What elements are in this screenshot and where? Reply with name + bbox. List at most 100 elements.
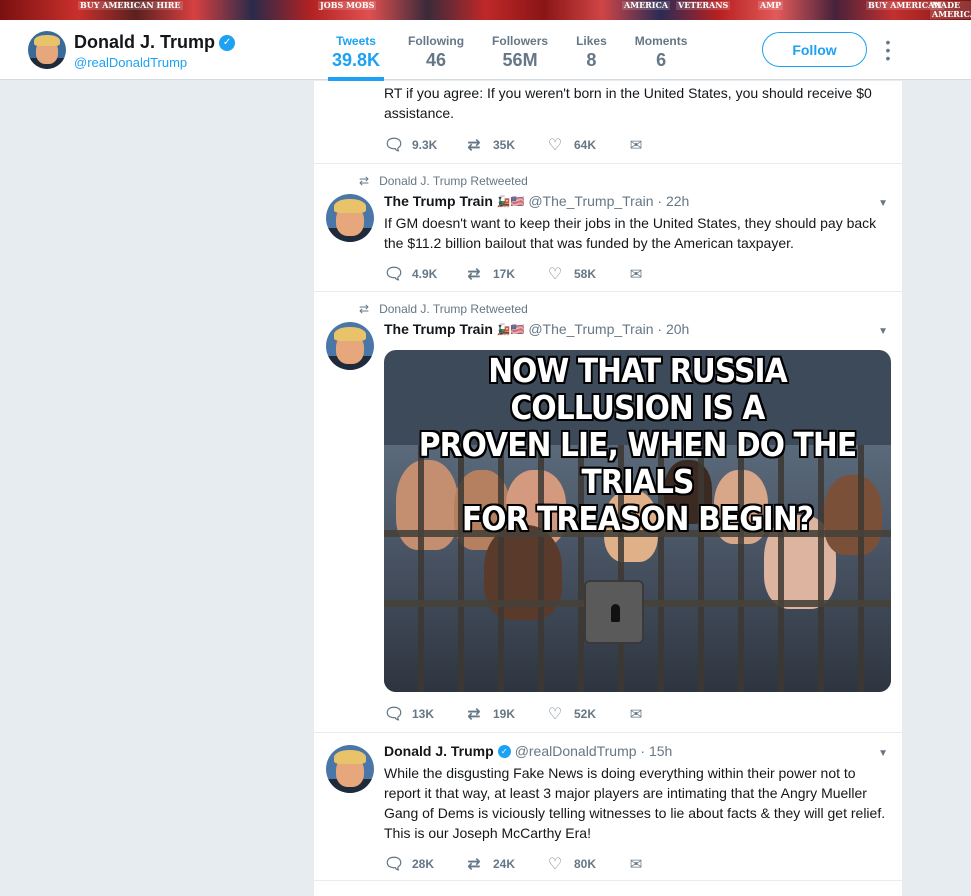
author-name[interactable]: Donald J. Trump — [384, 743, 494, 759]
reply-count: 4.9K — [412, 266, 438, 281]
reply-icon: 🗨︎ — [384, 135, 405, 154]
stat-value: 39.8K — [332, 50, 381, 70]
tweet[interactable]: RT if you agree: If you weren't born in … — [314, 81, 902, 164]
stat-label: Followers — [492, 34, 549, 48]
flags-emoji: 🚂🇺🇸 — [496, 195, 525, 208]
chevron-down-icon[interactable]: ▼ — [878, 326, 888, 337]
more-options-icon[interactable]: • • • — [882, 35, 894, 65]
message-button[interactable]: ✉ — [627, 705, 708, 723]
avatar[interactable] — [326, 194, 374, 242]
reply-count: 28K — [412, 856, 435, 871]
retweet-icon: ⇄ — [467, 264, 481, 283]
profile-banner: BUY AMERICAN HIRE JOBS MOBS AMERICA VETE… — [0, 0, 971, 20]
heart-icon: ♡ — [547, 135, 563, 154]
avatar[interactable] — [326, 322, 374, 370]
padlock-icon — [584, 580, 644, 644]
tweet[interactable]: Donald J. Trump ✓ @realDonaldTrump · 15h… — [314, 733, 902, 881]
avatar[interactable] — [28, 31, 66, 69]
envelope-icon: ✉ — [629, 135, 643, 154]
retweet-icon: ⇄ — [467, 704, 481, 723]
author-handle[interactable]: @realDonaldTrump · 15h — [515, 743, 673, 759]
message-button[interactable]: ✉ — [627, 136, 708, 154]
stat-likes[interactable]: Likes 8 — [562, 34, 621, 80]
tweet-actions: 🗨︎ 28K ⇄ 24K ♡ 80K ✉ — [384, 854, 708, 873]
author-handle[interactable]: @The_Trump_Train · 22h — [528, 193, 689, 209]
reply-icon: 🗨︎ — [384, 854, 405, 873]
chevron-down-icon[interactable]: ▼ — [878, 198, 888, 209]
stat-label: Likes — [576, 34, 607, 48]
stat-value: 46 — [426, 50, 447, 70]
stat-value: 56M — [502, 50, 538, 70]
profile-name-row[interactable]: Donald J. Trump ✓ — [74, 32, 236, 53]
verified-badge-icon: ✓ — [219, 34, 236, 51]
tweet-text: If GM doesn't want to keep their jobs in… — [384, 215, 877, 251]
banner-sign: VETERANS — [676, 0, 731, 10]
like-button[interactable]: ♡ 52K — [546, 704, 627, 723]
timeline: RT if you agree: If you weren't born in … — [314, 81, 902, 896]
tweet-header: Donald J. Trump ✓ @realDonaldTrump · 15h — [384, 743, 672, 759]
retweet-button[interactable]: ⇄ 35K — [465, 135, 546, 154]
like-button[interactable]: ♡ 80K — [546, 854, 627, 873]
banner-sign: AMERICA — [622, 0, 671, 10]
like-count: 64K — [574, 137, 597, 152]
tweet-actions: 🗨︎ 9.3K ⇄ 35K ♡ 64K ✉ — [384, 135, 708, 154]
reply-count: 13K — [412, 706, 435, 721]
image-caption-line: FOR TREASON BEGIN? — [461, 499, 814, 538]
reply-button[interactable]: 🗨︎ 13K — [384, 704, 465, 723]
tweet-image[interactable]: NOW THAT RUSSIA COLLUSION IS A PROVEN LI… — [384, 350, 891, 692]
tweet[interactable]: ⇄ Donald J. Trump Retweeted The Trump Tr… — [314, 292, 902, 733]
stat-following[interactable]: Following 46 — [394, 34, 478, 80]
retweet-icon: ⇄ — [467, 854, 481, 873]
reply-button[interactable]: 🗨︎ 4.9K — [384, 264, 465, 283]
profile-name[interactable]: Donald J. Trump — [74, 32, 215, 53]
retweet-icon: ⇄ — [467, 135, 481, 154]
like-count: 58K — [574, 266, 597, 281]
retweet-button[interactable]: ⇄ 17K — [465, 264, 546, 283]
retweet-context: ⇄ Donald J. Trump Retweeted — [359, 302, 528, 316]
reply-button[interactable]: 🗨︎ 28K — [384, 854, 465, 873]
reply-icon: 🗨︎ — [384, 264, 405, 283]
stat-value: 6 — [656, 50, 667, 70]
tweet[interactable]: ⇄ Donald J. Trump Retweeted The Trump Tr… — [314, 164, 902, 292]
retweet-button[interactable]: ⇄ 19K — [465, 704, 546, 723]
verified-badge-icon: ✓ — [497, 744, 511, 758]
like-count: 80K — [574, 856, 597, 871]
retweet-context-label[interactable]: Donald J. Trump Retweeted — [379, 174, 528, 188]
retweet-context: ⇄ Donald J. Trump Retweeted — [359, 174, 528, 188]
heart-icon: ♡ — [547, 704, 563, 723]
stat-followers[interactable]: Followers 56M — [478, 34, 562, 80]
retweet-context-label[interactable]: Donald J. Trump Retweeted — [379, 302, 528, 316]
stat-tweets[interactable]: Tweets 39.8K — [318, 34, 394, 81]
like-count: 52K — [574, 706, 597, 721]
retweet-count: 24K — [493, 856, 516, 871]
retweet-button[interactable]: ⇄ 24K — [465, 854, 546, 873]
reply-button[interactable]: 🗨︎ 9.3K — [384, 135, 465, 154]
image-caption: NOW THAT RUSSIA COLLUSION IS A PROVEN LI… — [409, 352, 865, 537]
message-button[interactable]: ✉ — [627, 855, 708, 873]
author-name[interactable]: The Trump Train — [384, 193, 493, 209]
chevron-down-icon[interactable]: ▼ — [878, 748, 888, 759]
stat-moments[interactable]: Moments 6 — [621, 34, 702, 80]
message-button[interactable]: ✉ — [627, 265, 708, 283]
tweet-actions: 🗨︎ 13K ⇄ 19K ♡ 52K ✉ — [384, 704, 708, 723]
envelope-icon: ✉ — [629, 264, 643, 283]
stat-label: Following — [408, 34, 465, 48]
author-handle[interactable]: @The_Trump_Train · 20h — [528, 321, 689, 337]
author-name[interactable]: The Trump Train — [384, 321, 493, 337]
banner-sign: MADE AMERICA — [930, 1, 971, 19]
profile-handle[interactable]: @realDonaldTrump — [74, 55, 187, 70]
reply-count: 9.3K — [412, 137, 438, 152]
profile-stats: Tweets 39.8K Following 46 Followers 56M … — [318, 34, 702, 81]
flags-emoji: 🚂🇺🇸 — [496, 323, 525, 336]
tweet-actions: 🗨︎ 4.9K ⇄ 17K ♡ 58K ✉ — [384, 264, 708, 283]
stat-label: Tweets — [336, 34, 376, 48]
like-button[interactable]: ♡ 64K — [546, 135, 627, 154]
image-caption-line: PROVEN LIE, WHEN DO THE TRIALS — [418, 425, 857, 501]
follow-button[interactable]: Follow — [762, 32, 867, 67]
tweet-text: While the disgusting Fake News is doing … — [384, 765, 886, 841]
avatar[interactable] — [326, 745, 374, 793]
retweet-icon: ⇄ — [359, 302, 370, 316]
stat-label: Moments — [634, 34, 688, 48]
retweet-icon: ⇄ — [359, 174, 370, 188]
like-button[interactable]: ♡ 58K — [546, 264, 627, 283]
